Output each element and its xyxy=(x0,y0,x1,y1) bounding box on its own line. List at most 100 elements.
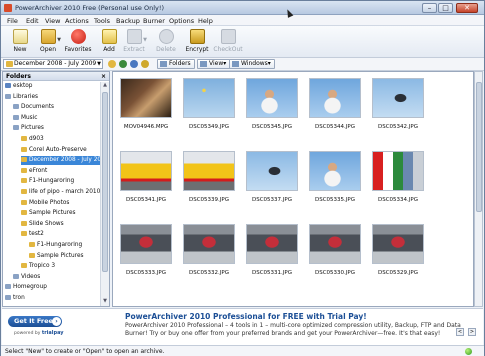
file-thumbnail[interactable]: DSC05331.JPG xyxy=(243,221,301,281)
thumbnail-filename: DSC05331.JPG xyxy=(251,270,292,276)
menu-edit[interactable]: Edit xyxy=(26,17,39,25)
folder-tree-item[interactable]: Libraries xyxy=(5,93,38,102)
folder-tree-item[interactable]: Documents xyxy=(13,103,54,112)
refresh-icon[interactable] xyxy=(141,60,149,68)
scroll-up-icon[interactable]: ▲ xyxy=(101,82,109,90)
file-thumbnail[interactable]: DSC05344.JPG xyxy=(306,75,364,135)
folder-tree-item[interactable]: life of pipo - march 2010 xyxy=(21,188,100,197)
folder-tree-item[interactable]: Pictures xyxy=(13,124,44,133)
scroll-thumb[interactable] xyxy=(476,82,482,212)
library-icon xyxy=(13,125,19,131)
promo-next-button[interactable]: > xyxy=(468,328,476,336)
folder-tree-item[interactable]: Slide Shows xyxy=(21,220,64,229)
folder-tree-item[interactable]: Sample Pictures xyxy=(29,252,84,261)
thumbnail-image xyxy=(246,151,298,191)
file-thumbnail[interactable]: DSC05333.JPG xyxy=(117,221,175,281)
folder-tree-item[interactable]: Homegroup xyxy=(5,283,47,292)
menu-help[interactable]: Help xyxy=(198,17,213,25)
menu-tools[interactable]: Tools xyxy=(94,17,110,25)
folder-tree-item[interactable]: Tropico 3 xyxy=(21,262,55,271)
back-icon[interactable] xyxy=(119,60,127,68)
folder-tree-item-label: F1-Hungaroring xyxy=(29,178,75,185)
thumbnail-image xyxy=(120,151,172,191)
folder-tree-scrollbar[interactable]: ▲ ▼ xyxy=(100,82,109,306)
extract-icon xyxy=(126,29,142,44)
new-button[interactable]: New xyxy=(5,29,35,53)
get-it-free-button[interactable]: Get It Free › xyxy=(8,316,62,327)
minimize-button[interactable]: – xyxy=(422,3,437,13)
folder-tree-item[interactable]: Mobile Photos xyxy=(21,199,69,208)
file-thumbnail[interactable]: DSC05335.JPG xyxy=(306,148,364,208)
folder-tree-item[interactable]: Sample Pictures xyxy=(21,209,76,218)
thumbnail-filename: DSC05332.JPG xyxy=(188,270,229,276)
up-folder-icon[interactable] xyxy=(108,60,116,68)
folder-tree-item[interactable]: Music xyxy=(13,114,38,123)
folder-tree-item[interactable]: Videos xyxy=(13,273,40,282)
file-thumbnail[interactable]: DSC05339.JPG xyxy=(180,148,238,208)
file-thumbnail[interactable]: DSC05337.JPG xyxy=(243,148,301,208)
menu-file[interactable]: File xyxy=(7,17,18,25)
forward-icon[interactable] xyxy=(130,60,138,68)
extract-button[interactable]: Extract ▼ xyxy=(119,29,149,53)
thumbnail-image xyxy=(183,151,235,191)
view-menu[interactable]: View▾ xyxy=(197,59,231,69)
library-icon xyxy=(13,104,19,110)
menu-view[interactable]: View xyxy=(45,17,60,25)
library-icon xyxy=(13,114,19,120)
file-thumbnail[interactable]: DSC05345.JPG xyxy=(243,75,301,135)
scroll-down-icon[interactable]: ▼ xyxy=(101,298,109,306)
close-pane-button[interactable]: × xyxy=(101,72,106,81)
windows-menu[interactable]: Windows▾ xyxy=(229,59,275,69)
promo-prev-button[interactable]: < xyxy=(456,328,464,336)
folder-tree-item[interactable]: F1-Hungaroring xyxy=(21,177,74,186)
folder-icon xyxy=(21,199,27,205)
file-thumbnail[interactable]: DSC05349.JPG xyxy=(180,75,238,135)
encrypt-button[interactable]: Encrypt xyxy=(182,29,212,53)
folder-tree-item[interactable]: test2 xyxy=(21,230,44,239)
scroll-thumb[interactable] xyxy=(102,92,108,272)
menu-backup[interactable]: Backup xyxy=(116,17,140,25)
folders-toggle[interactable]: Folders xyxy=(157,59,195,69)
open-button[interactable]: Open ▼ xyxy=(33,29,63,53)
favorites-button[interactable]: Favorites xyxy=(63,29,93,53)
chevron-down-icon[interactable]: ▼ xyxy=(57,37,61,43)
folder-tree-item-label: December 2008 - July 2009 xyxy=(29,157,101,164)
file-thumbnail[interactable]: MOV04946.MPG xyxy=(117,75,175,135)
path-combobox[interactable]: December 2008 - July 2009 ▼ xyxy=(3,59,103,69)
folder-tree-item[interactable]: d903 xyxy=(21,135,44,144)
maximize-button[interactable]: □ xyxy=(438,3,453,13)
folder-tree-item[interactable]: December 2008 - July 2009 xyxy=(21,156,101,166)
folder-tree-item[interactable]: eFront xyxy=(21,167,47,176)
chevron-down-icon[interactable]: ▼ xyxy=(97,60,101,68)
folder-icon xyxy=(21,263,27,269)
thumbnail-image xyxy=(120,78,172,118)
extract-button-label: Extract xyxy=(123,46,145,53)
file-thumbnail[interactable]: DSC05330.JPG xyxy=(306,221,364,281)
file-thumbnail[interactable]: DSC05332.JPG xyxy=(180,221,238,281)
path-text: December 2008 - July 2009 xyxy=(14,60,97,67)
folder-tree-item-label: Mobile Photos xyxy=(29,199,70,206)
folder-tree-item[interactable]: tron xyxy=(5,294,25,303)
folder-icon xyxy=(21,167,27,173)
checkout-button[interactable]: CheckOut xyxy=(213,29,243,53)
status-indicator-icon xyxy=(465,348,472,355)
file-thumbnail[interactable]: DSC05334.JPG xyxy=(369,148,427,208)
menu-options[interactable]: Options xyxy=(169,17,194,25)
encrypt-button-label: Encrypt xyxy=(185,46,209,53)
thumbnail-image xyxy=(372,78,424,118)
folder-tree-item[interactable]: F1-Hungaroring xyxy=(29,241,82,250)
file-thumbnail[interactable]: DSC05342.JPG xyxy=(369,75,427,135)
menu-actions[interactable]: Actions xyxy=(65,17,89,25)
delete-button[interactable]: Delete xyxy=(151,29,181,53)
file-thumbnail[interactable]: DSC05341.JPG xyxy=(117,148,175,208)
delete-button-label: Delete xyxy=(156,46,176,53)
folder-tree-item[interactable]: esktop xyxy=(5,82,32,91)
close-button[interactable]: ✕ xyxy=(456,3,478,13)
file-thumbnail[interactable]: DSC05329.JPG xyxy=(369,221,427,281)
menu-burner[interactable]: Burner xyxy=(143,17,165,25)
chevron-down-icon[interactable]: ▼ xyxy=(143,37,147,43)
promo-title[interactable]: PowerArchiver 2010 Professional for FREE… xyxy=(125,312,367,321)
folder-tree-item-label: eFront xyxy=(29,167,48,174)
file-view-scrollbar[interactable] xyxy=(474,71,483,307)
folder-tree-item[interactable]: Corel Auto-Preserve xyxy=(21,146,87,155)
